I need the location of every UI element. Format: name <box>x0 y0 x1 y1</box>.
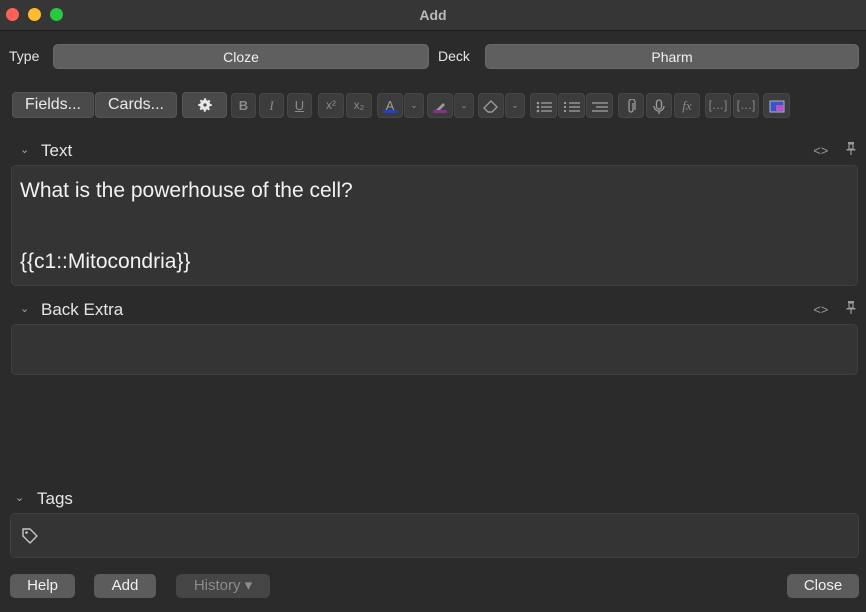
text-color-bar <box>383 110 397 113</box>
tags-header: ⌄ Tags <box>0 488 866 510</box>
type-deck-row: Type Cloze Deck Pharm <box>0 44 866 70</box>
help-button[interactable]: Help <box>10 574 75 598</box>
highlight-icon[interactable] <box>427 93 453 118</box>
cloze-icon[interactable]: […] <box>705 93 731 118</box>
pin-icon[interactable] <box>846 301 856 317</box>
tags-label: Tags <box>37 489 73 508</box>
gear-icon[interactable] <box>182 92 227 118</box>
image-occlusion-icon[interactable] <box>763 93 790 118</box>
record-icon[interactable] <box>646 93 672 118</box>
tag-icon <box>21 527 39 550</box>
add-button[interactable]: Add <box>94 574 156 598</box>
field-name-text: Text <box>41 141 73 160</box>
cloze-same-icon[interactable]: […] <box>733 93 759 118</box>
back-extra-field-editor[interactable] <box>11 324 858 375</box>
pin-icon[interactable] <box>846 142 856 158</box>
editor-toolbar: Fields... Cards... B I U x² x₂ A ⌄ ⌄ ⌄ f… <box>0 92 866 120</box>
type-label: Type <box>9 48 40 64</box>
note-type-selector[interactable]: Cloze <box>53 44 429 69</box>
attach-icon[interactable] <box>618 93 644 118</box>
text-color-icon[interactable]: A <box>377 93 403 118</box>
cards-button[interactable]: Cards... <box>95 92 177 118</box>
history-button[interactable]: History ▾ <box>176 574 270 598</box>
text-line-1: What is the powerhouse of the cell? <box>20 179 353 202</box>
collapse-chevron-icon[interactable]: ⌄ <box>15 491 24 504</box>
close-button[interactable]: Close <box>787 574 859 598</box>
text-color-dropdown-icon[interactable]: ⌄ <box>404 93 424 118</box>
underline-icon[interactable]: U <box>287 93 312 118</box>
window-title: Add <box>419 7 447 23</box>
title-bar: Add <box>0 0 866 31</box>
tags-input[interactable] <box>10 513 859 558</box>
collapse-chevron-icon[interactable]: ⌄ <box>20 302 29 315</box>
italic-icon[interactable]: I <box>259 93 284 118</box>
field-header-text: ⌄ Text <> <box>0 140 866 162</box>
bullet-list-icon[interactable] <box>530 93 557 118</box>
html-editor-icon[interactable]: <> <box>813 302 828 317</box>
bold-icon[interactable]: B <box>231 93 256 118</box>
math-icon[interactable]: fx <box>674 93 700 118</box>
field-name-back-extra: Back Extra <box>41 300 124 319</box>
numbered-list-icon[interactable] <box>558 93 585 118</box>
deck-selector[interactable]: Pharm <box>485 44 859 69</box>
text-field-editor[interactable]: What is the powerhouse of the cell? {{c1… <box>11 165 858 286</box>
collapse-chevron-icon[interactable]: ⌄ <box>20 143 29 156</box>
fields-button[interactable]: Fields... <box>12 92 94 118</box>
align-icon[interactable] <box>586 93 613 118</box>
subscript-icon[interactable]: x₂ <box>346 93 372 118</box>
superscript-icon[interactable]: x² <box>318 93 344 118</box>
eraser-dropdown-icon[interactable]: ⌄ <box>505 93 525 118</box>
field-header-back-extra: ⌄ Back Extra <> <box>0 299 866 321</box>
highlight-dropdown-icon[interactable]: ⌄ <box>454 93 474 118</box>
html-editor-icon[interactable]: <> <box>813 143 828 158</box>
highlight-color-bar <box>433 110 447 113</box>
deck-label: Deck <box>438 48 470 64</box>
text-line-3: {{c1::Mitocondria}} <box>20 250 191 273</box>
eraser-icon[interactable] <box>478 93 504 118</box>
